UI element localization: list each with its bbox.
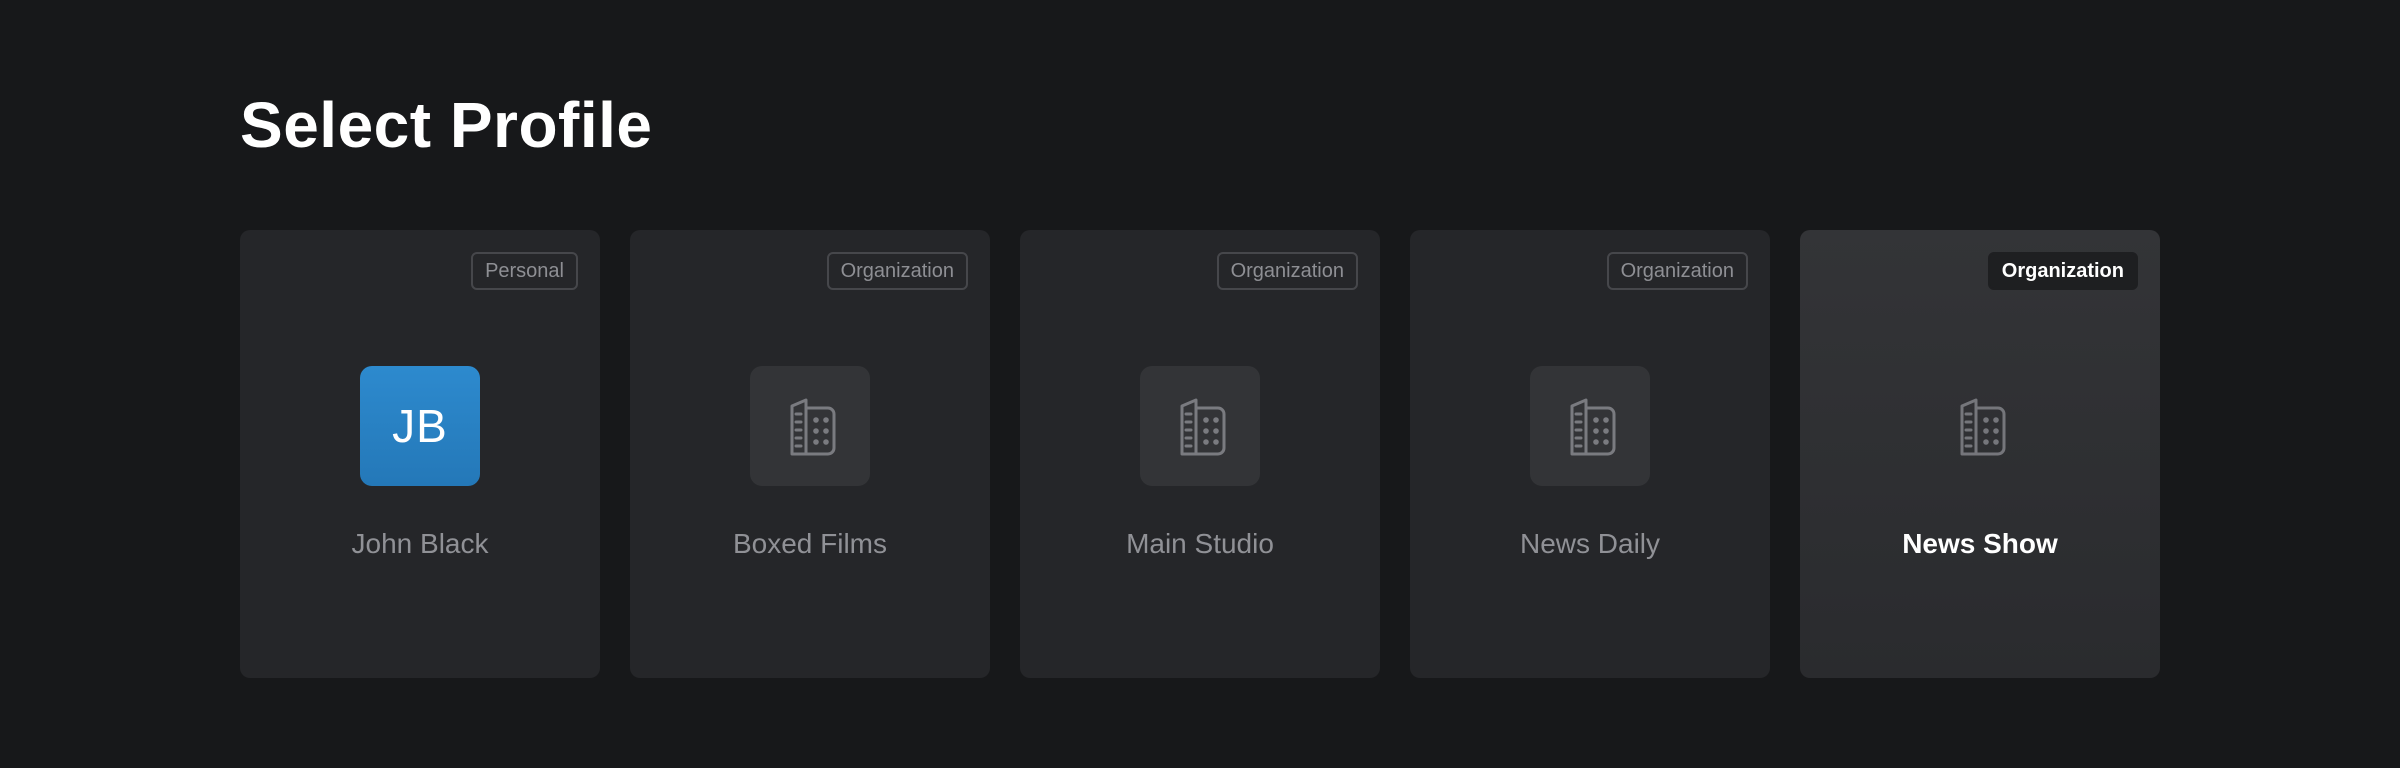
profile-name: Main Studio xyxy=(1126,528,1274,559)
profile-name: John Black xyxy=(351,528,489,559)
profile-avatar xyxy=(1920,366,2040,486)
profile-type-badge: Organization xyxy=(1606,252,1748,290)
profile-type-badge: Organization xyxy=(826,252,968,290)
profile-card-main-studio[interactable]: Organization Main Studio xyxy=(1020,230,1380,678)
profile-name: News Daily xyxy=(1519,528,1661,559)
profile-name: Boxed Films xyxy=(732,528,888,559)
profile-type-badge: Organization xyxy=(1216,252,1358,290)
profile-card-john-black[interactable]: Personal JB John Black xyxy=(240,230,600,678)
profile-avatar xyxy=(1530,366,1650,486)
profile-avatar xyxy=(750,366,870,486)
profile-name: News Show xyxy=(1902,528,2058,559)
profile-avatar xyxy=(1140,366,1260,486)
profile-type-badge: Organization xyxy=(1987,252,2138,290)
building-icon xyxy=(1570,398,1616,456)
profile-select-page: Select Profile Personal JB John Black Or… xyxy=(0,0,2400,768)
profile-avatar-initials: JB xyxy=(360,366,480,486)
profile-card-boxed-films[interactable]: Organization Boxed Films xyxy=(630,230,990,678)
page-title: Select Profile xyxy=(240,89,653,161)
profile-card-news-daily[interactable]: Organization News Daily xyxy=(1410,230,1770,678)
profile-card-list: Personal JB John Black Organization Boxe… xyxy=(240,230,2160,678)
building-icon xyxy=(790,398,836,456)
profile-type-badge: Personal xyxy=(471,252,578,290)
building-icon xyxy=(1180,398,1226,456)
profile-card-news-show[interactable]: Organization News Show xyxy=(1800,230,2160,678)
building-icon xyxy=(1960,398,2006,456)
